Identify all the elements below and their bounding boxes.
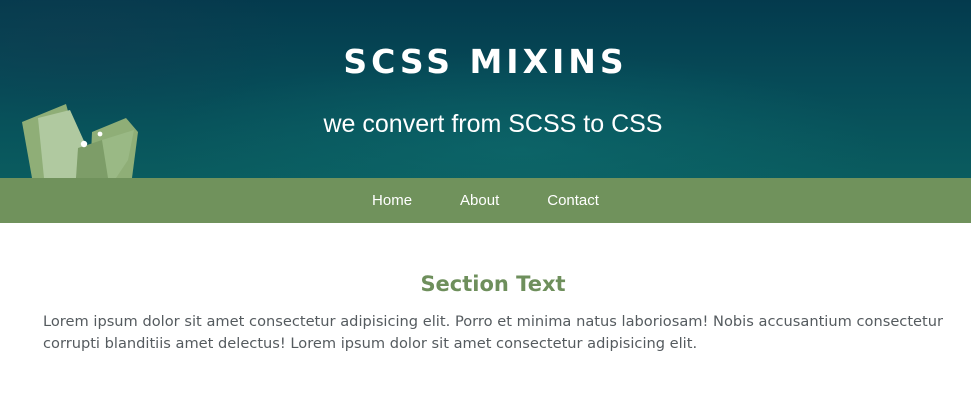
- nav-item-contact[interactable]: Contact: [523, 178, 623, 223]
- main-nav: Home About Contact: [0, 178, 971, 223]
- nav-item-home[interactable]: Home: [348, 178, 436, 223]
- page: SCSS MIXINS we convert from SCSS to CSS …: [0, 0, 971, 403]
- section-body-text: Lorem ipsum dolor sit amet consectetur a…: [43, 313, 943, 352]
- page-title: SCSS MIXINS: [343, 42, 628, 81]
- section-title: Section Text: [420, 272, 566, 296]
- nav-item-about[interactable]: About: [436, 178, 523, 223]
- hero-header: SCSS MIXINS we convert from SCSS to CSS: [0, 0, 971, 178]
- page-subtitle: we convert from SCSS to CSS: [323, 110, 663, 138]
